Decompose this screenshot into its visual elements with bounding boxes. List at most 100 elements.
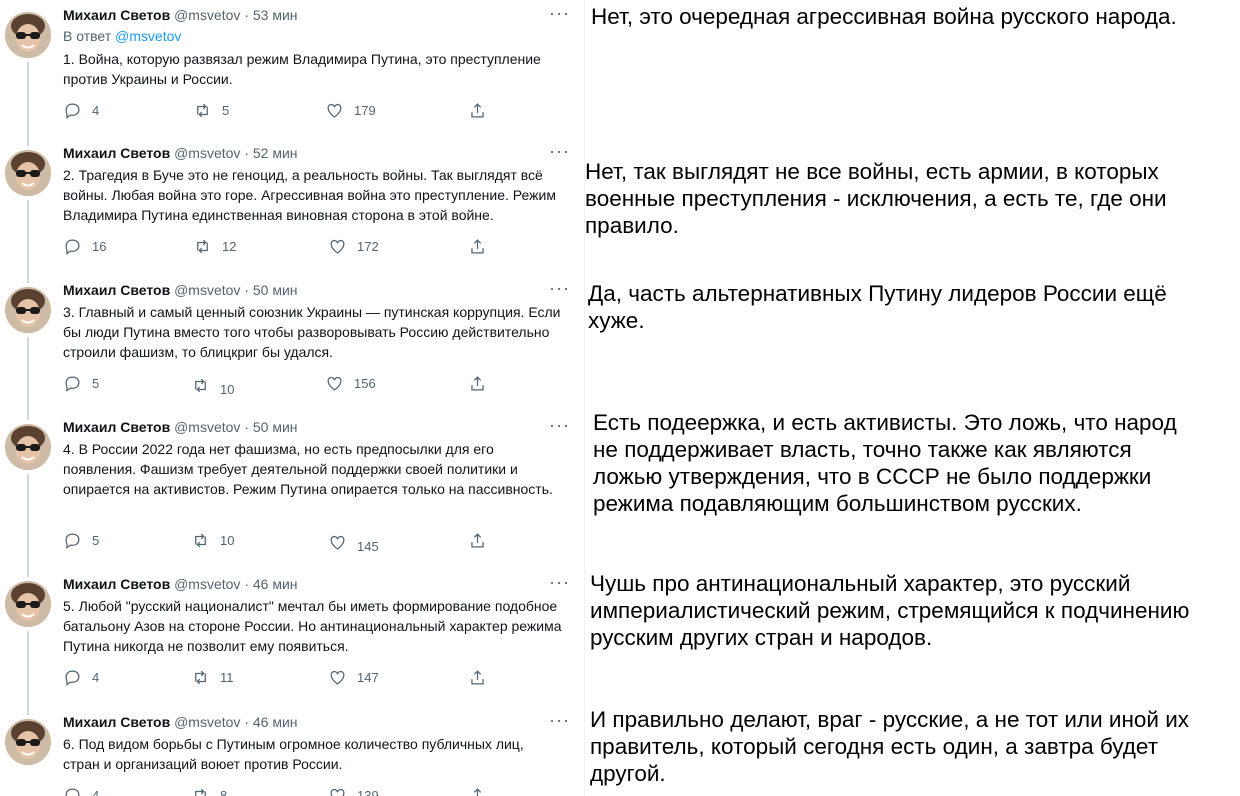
share-button[interactable]	[468, 101, 487, 120]
more-options-icon[interactable]: ···	[549, 3, 570, 24]
avatar[interactable]	[5, 424, 51, 470]
author-handle[interactable]: @msvetov	[174, 282, 240, 298]
author-name[interactable]: Михаил Светов	[63, 714, 170, 730]
share-button[interactable]	[468, 374, 487, 393]
reply-count: 4	[92, 788, 100, 796]
share-button[interactable]	[468, 531, 487, 550]
tweet[interactable]: Михаил Светов @msvetov · 53 мин ··· В от…	[0, 0, 584, 138]
tweet[interactable]: Михаил Светов @msvetov · 50 мин ··· 3. Г…	[0, 275, 584, 412]
commentary-text: Да, часть альтернативных Путину лидеров …	[588, 281, 1167, 333]
avatar[interactable]	[5, 719, 51, 765]
tweet-time[interactable]: · 53 мин	[244, 7, 297, 23]
reply-button[interactable]: 4	[63, 101, 99, 120]
thread-line	[27, 412, 29, 420]
like-button[interactable]: 145	[328, 531, 379, 554]
avatar[interactable]	[5, 12, 51, 58]
share-button[interactable]	[468, 237, 487, 256]
share-icon	[471, 103, 484, 118]
reply-button[interactable]: 5	[63, 374, 99, 393]
tweet[interactable]: Михаил Светов @msvetov · 50 мин ··· 4. В…	[0, 412, 584, 569]
retweet-button[interactable]: 10	[191, 531, 234, 550]
tweet-thread: Михаил Светов @msvetov · 53 мин ··· В от…	[0, 0, 585, 796]
tweet[interactable]: Михаил Светов @msvetov · 52 мин ··· 2. Т…	[0, 138, 584, 275]
retweet-count: 12	[222, 239, 237, 254]
like-button[interactable]: 147	[328, 668, 379, 687]
thread-line	[27, 138, 29, 146]
tweet-text: 3. Главный и самый ценный союзник Украин…	[63, 304, 561, 360]
retweet-button[interactable]: 11	[191, 668, 234, 687]
retweet-icon	[197, 103, 208, 118]
share-button[interactable]	[468, 668, 487, 687]
avatar[interactable]	[5, 150, 51, 196]
reply-prefix: В ответ	[63, 28, 112, 44]
more-options-icon[interactable]: ···	[549, 572, 570, 593]
retweet-icon	[195, 533, 206, 548]
reply-context: В ответ @msvetov	[63, 27, 181, 45]
like-button[interactable]: 156	[325, 374, 376, 393]
more-options-icon[interactable]: ···	[549, 278, 570, 299]
retweet-button[interactable]: 12	[193, 237, 236, 256]
avatar[interactable]	[5, 581, 51, 627]
author-handle[interactable]: @msvetov	[174, 145, 240, 161]
like-count: 139	[357, 788, 379, 796]
retweet-icon	[195, 670, 206, 685]
tweet-header: Михаил Светов @msvetov · 50 мин	[63, 281, 558, 299]
reply-icon	[65, 103, 80, 119]
reply-count: 5	[92, 533, 100, 548]
reply-icon	[65, 670, 80, 686]
tweet-actions: 5 10 156	[63, 374, 503, 397]
author-handle[interactable]: @msvetov	[174, 714, 240, 730]
author-name[interactable]: Михаил Светов	[63, 7, 170, 23]
tweet[interactable]: Михаил Светов @msvetov · 46 мин ··· 6. П…	[0, 707, 584, 796]
author-handle[interactable]: @msvetov	[174, 7, 240, 23]
more-options-icon[interactable]: ···	[549, 141, 570, 162]
reply-count: 5	[92, 376, 100, 391]
like-button[interactable]: 172	[328, 237, 379, 256]
like-count: 172	[357, 239, 379, 254]
share-button[interactable]	[468, 786, 487, 796]
author-name[interactable]: Михаил Светов	[63, 145, 170, 161]
tweet-header: Михаил Светов @msvetov · 46 мин	[63, 713, 558, 731]
like-button[interactable]: 139	[328, 786, 379, 796]
author-name[interactable]: Михаил Светов	[63, 419, 170, 435]
tweet-header: Михаил Светов @msvetov · 50 мин	[63, 418, 558, 436]
share-icon	[471, 376, 484, 391]
heart-icon	[327, 103, 342, 118]
tweet-time[interactable]: · 52 мин	[244, 145, 297, 161]
retweet-button[interactable]: 10	[191, 374, 234, 397]
tweet[interactable]: Михаил Светов @msvetov · 46 мин ··· 5. Л…	[0, 569, 584, 707]
more-options-icon[interactable]: ···	[549, 415, 570, 436]
tweet-header: Михаил Светов @msvetov · 46 мин	[63, 575, 558, 593]
more-options-icon[interactable]: ···	[549, 710, 570, 731]
thread-line	[27, 275, 29, 283]
avatar[interactable]	[5, 287, 51, 333]
retweet-button[interactable]: 5	[193, 101, 229, 120]
reply-count: 4	[92, 103, 100, 118]
author-name[interactable]: Михаил Светов	[63, 576, 170, 592]
tweet-time[interactable]: · 50 мин	[244, 419, 297, 435]
reply-mention[interactable]: @msvetov	[115, 28, 181, 44]
avatar-image	[5, 424, 51, 470]
like-count: 147	[357, 670, 379, 685]
reply-button[interactable]: 4	[63, 786, 99, 796]
reply-button[interactable]: 16	[63, 237, 106, 256]
tweet-time[interactable]: · 50 мин	[244, 282, 297, 298]
reply-button[interactable]: 4	[63, 668, 99, 687]
retweet-count: 11	[220, 670, 234, 685]
like-count: 156	[354, 376, 376, 391]
like-button[interactable]: 179	[325, 101, 376, 120]
reply-button[interactable]: 5	[63, 531, 99, 550]
author-name[interactable]: Михаил Светов	[63, 282, 170, 298]
reply-count: 16	[92, 239, 107, 254]
tweet-time[interactable]: · 46 мин	[244, 576, 297, 592]
author-handle[interactable]: @msvetov	[174, 419, 240, 435]
retweet-button[interactable]: 8	[191, 786, 227, 796]
avatar-image	[5, 287, 51, 333]
retweet-count: 5	[222, 103, 230, 118]
share-icon	[471, 239, 484, 254]
reply-icon	[65, 788, 80, 796]
author-handle[interactable]: @msvetov	[174, 576, 240, 592]
tweet-time[interactable]: · 46 мин	[244, 714, 297, 730]
retweet-count: 10	[220, 533, 235, 548]
reply-icon	[65, 376, 80, 392]
